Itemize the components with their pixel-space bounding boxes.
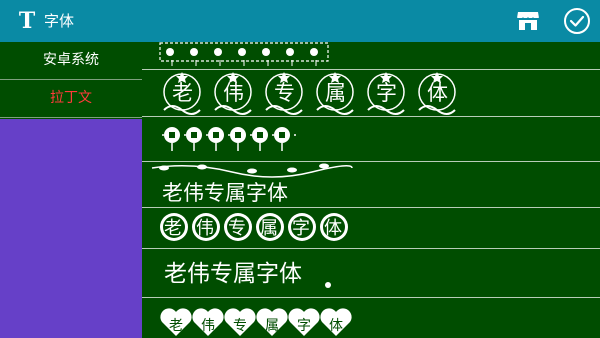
font-preview-list[interactable]: 老 伟 专 属 字 体 老伟专属字体 老 伟 专 属 字 体 老伟专属字体 老 …: [142, 42, 600, 338]
sample-char: 专: [233, 318, 247, 334]
sample-char: 字: [376, 81, 397, 105]
font-preview-image: [159, 42, 329, 66]
sample-text: 老伟专属字体: [162, 181, 288, 205]
category-sidebar: 安卓系统 拉丁文: [0, 42, 142, 338]
font-row[interactable]: [142, 42, 600, 70]
store-button[interactable]: [516, 10, 540, 32]
sample-char: 专: [274, 81, 295, 105]
sample-char: 伟: [196, 218, 214, 239]
sample-char: 老: [164, 218, 182, 239]
confirm-button[interactable]: [563, 7, 591, 35]
font-row[interactable]: 老伟专属字体: [142, 249, 600, 298]
store-icon: [516, 12, 540, 30]
sample-char: 伟: [201, 318, 215, 334]
font-preview-image: [162, 127, 302, 151]
sample-char: 字: [297, 318, 311, 334]
sample-char: 体: [427, 81, 448, 105]
sidebar-item-label: 拉丁文: [50, 90, 92, 106]
sample-char: 老: [172, 81, 193, 105]
font-preview-image: 老伟专属字体: [151, 163, 353, 205]
font-t-icon: T: [18, 8, 36, 34]
font-preview-image: 老伟专属字体: [164, 261, 331, 288]
sample-char: 体: [329, 318, 343, 334]
font-preview-image: 老 伟 专 属 字 体: [163, 72, 456, 115]
check-circle-icon: [564, 8, 590, 34]
font-preview-image: 老 伟 专 属 字 体: [160, 308, 352, 336]
font-row[interactable]: 老伟专属字体: [142, 162, 600, 208]
sample-char: 属: [325, 81, 346, 105]
font-row[interactable]: 老 伟 专 属 字 体: [142, 298, 600, 338]
sample-char: 体: [324, 218, 342, 239]
sample-char: 伟: [223, 81, 244, 105]
sidebar-item-android-system[interactable]: 安卓系统: [0, 42, 142, 80]
sample-char: 属: [265, 318, 279, 334]
font-row[interactable]: 老 伟 专 属 字 体: [142, 208, 600, 249]
font-preview-image: 老 伟 专 属 字 体: [160, 213, 348, 241]
sidebar-item-latin[interactable]: 拉丁文: [0, 80, 142, 118]
sample-char: 字: [292, 218, 310, 239]
sample-char: 老: [169, 318, 183, 334]
sample-char: 专: [228, 218, 246, 239]
page-title: 字体: [44, 12, 75, 30]
sample-text: 老伟专属字体: [164, 261, 302, 287]
sample-char: 属: [260, 218, 278, 239]
font-row[interactable]: 老 伟 专 属 字 体: [142, 70, 600, 117]
sidebar-item-label: 安卓系统: [43, 52, 99, 68]
top-app-bar: T 字体: [0, 0, 600, 42]
sidebar-empty-area: [0, 119, 142, 338]
font-row[interactable]: [142, 117, 600, 162]
